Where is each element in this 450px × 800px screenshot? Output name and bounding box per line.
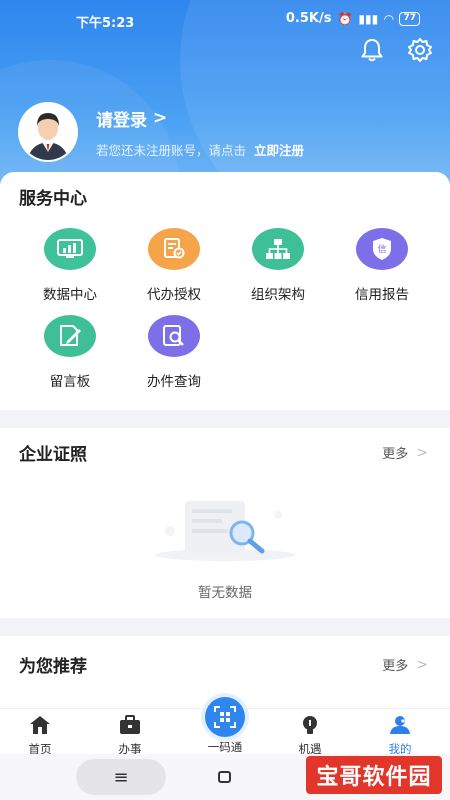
message-board-icon (44, 315, 96, 357)
credit-shield-icon: 信 (356, 228, 408, 270)
service-item-authorization[interactable]: 代办授权 (129, 228, 219, 303)
section-title: 为您推荐 (19, 657, 87, 677)
service-item-label: 留言板 (49, 374, 91, 390)
lightbulb-icon (303, 716, 317, 734)
service-item-credit-report[interactable]: 信 信用报告 (337, 228, 427, 303)
profile-section[interactable]: 请登录 > 若您还未注册账号，请点击 立即注册 (18, 102, 304, 162)
section-title: 企业证照 (19, 445, 87, 465)
home-icon (30, 716, 50, 734)
signal-icon: ▮▮▮ (358, 11, 379, 26)
nav-recents-button[interactable] (218, 771, 231, 783)
battery-icon: 77 (399, 11, 420, 26)
register-hint-text: 若您还未注册账号，请点击 (96, 142, 247, 158)
briefcase-icon (120, 715, 140, 734)
user-icon (390, 716, 410, 734)
service-item-label: 组织架构 (251, 287, 305, 303)
service-item-label: 代办授权 (147, 287, 201, 303)
tab-mine[interactable]: 我的 (365, 715, 435, 757)
service-item-message-board[interactable]: 留言板 (25, 315, 115, 390)
service-item-case-query[interactable]: 办件查询 (129, 315, 219, 390)
recommend-more-link[interactable]: 更多 > (382, 655, 428, 675)
bell-icon[interactable] (358, 36, 386, 64)
org-chart-icon (252, 228, 304, 270)
tab-label: 一码通 (207, 740, 243, 754)
service-item-label: 办件查询 (147, 374, 201, 390)
service-item-label: 数据中心 (43, 287, 97, 303)
status-bar: 下午5:23 0.5K/s ⏰ ▮▮▮ ◠ 77 (0, 0, 450, 40)
chevron-right-icon: > (416, 656, 428, 673)
header-actions (358, 36, 434, 64)
data-chart-icon (44, 228, 96, 270)
watermark-badge: 宝哥软件园 (306, 756, 442, 794)
authorization-icon (148, 228, 200, 270)
service-item-org-chart[interactable]: 组织架构 (233, 228, 323, 303)
alarm-icon: ⏰ (337, 11, 353, 26)
svg-text:信: 信 (377, 243, 386, 255)
register-link[interactable]: 立即注册 (254, 143, 304, 158)
service-item-data-center[interactable]: 数据中心 (25, 228, 115, 303)
status-indicators: 0.5K/s ⏰ ▮▮▮ ◠ 77 (286, 11, 420, 26)
empty-state-text: 暂无数据 (198, 585, 252, 601)
qr-scan-icon (205, 697, 245, 737)
gear-icon[interactable] (406, 36, 434, 64)
wifi-icon: ◠ (384, 11, 394, 26)
login-link[interactable]: 请登录 > (96, 106, 304, 131)
chevron-right-icon: > (153, 108, 168, 128)
chevron-right-icon: > (416, 444, 428, 461)
tab-one-code[interactable]: 一码通 (190, 697, 260, 755)
avatar[interactable] (18, 102, 78, 162)
license-more-link[interactable]: 更多 > (382, 443, 428, 463)
search-document-icon (148, 315, 200, 357)
section-title: 服务中心 (19, 189, 87, 209)
more-label[interactable]: 更多 (382, 443, 408, 462)
network-speed: 0.5K/s (285, 11, 332, 26)
bottom-tab-bar: 首页 办事 一码通 机遇 我的 (0, 697, 450, 757)
empty-state-illustration (155, 501, 295, 561)
nav-menu-button[interactable]: ≡ (76, 759, 166, 795)
service-item-label: 信用报告 (355, 287, 409, 303)
tab-services[interactable]: 办事 (95, 715, 165, 757)
tab-opportunity[interactable]: 机遇 (275, 715, 345, 757)
status-time: 下午5:23 (76, 16, 135, 31)
more-label[interactable]: 更多 (382, 655, 408, 674)
profile-text: 请登录 > 若您还未注册账号，请点击 立即注册 (96, 106, 304, 159)
register-hint: 若您还未注册账号，请点击 立即注册 (96, 140, 304, 159)
login-label[interactable]: 请登录 (96, 106, 147, 131)
user-avatar-icon (28, 113, 68, 160)
tab-home[interactable]: 首页 (5, 715, 75, 757)
service-center-card: 服务中心 数据中心 代办授权 组织架构 信 信用报告 留言板 办件查询 (0, 172, 450, 410)
